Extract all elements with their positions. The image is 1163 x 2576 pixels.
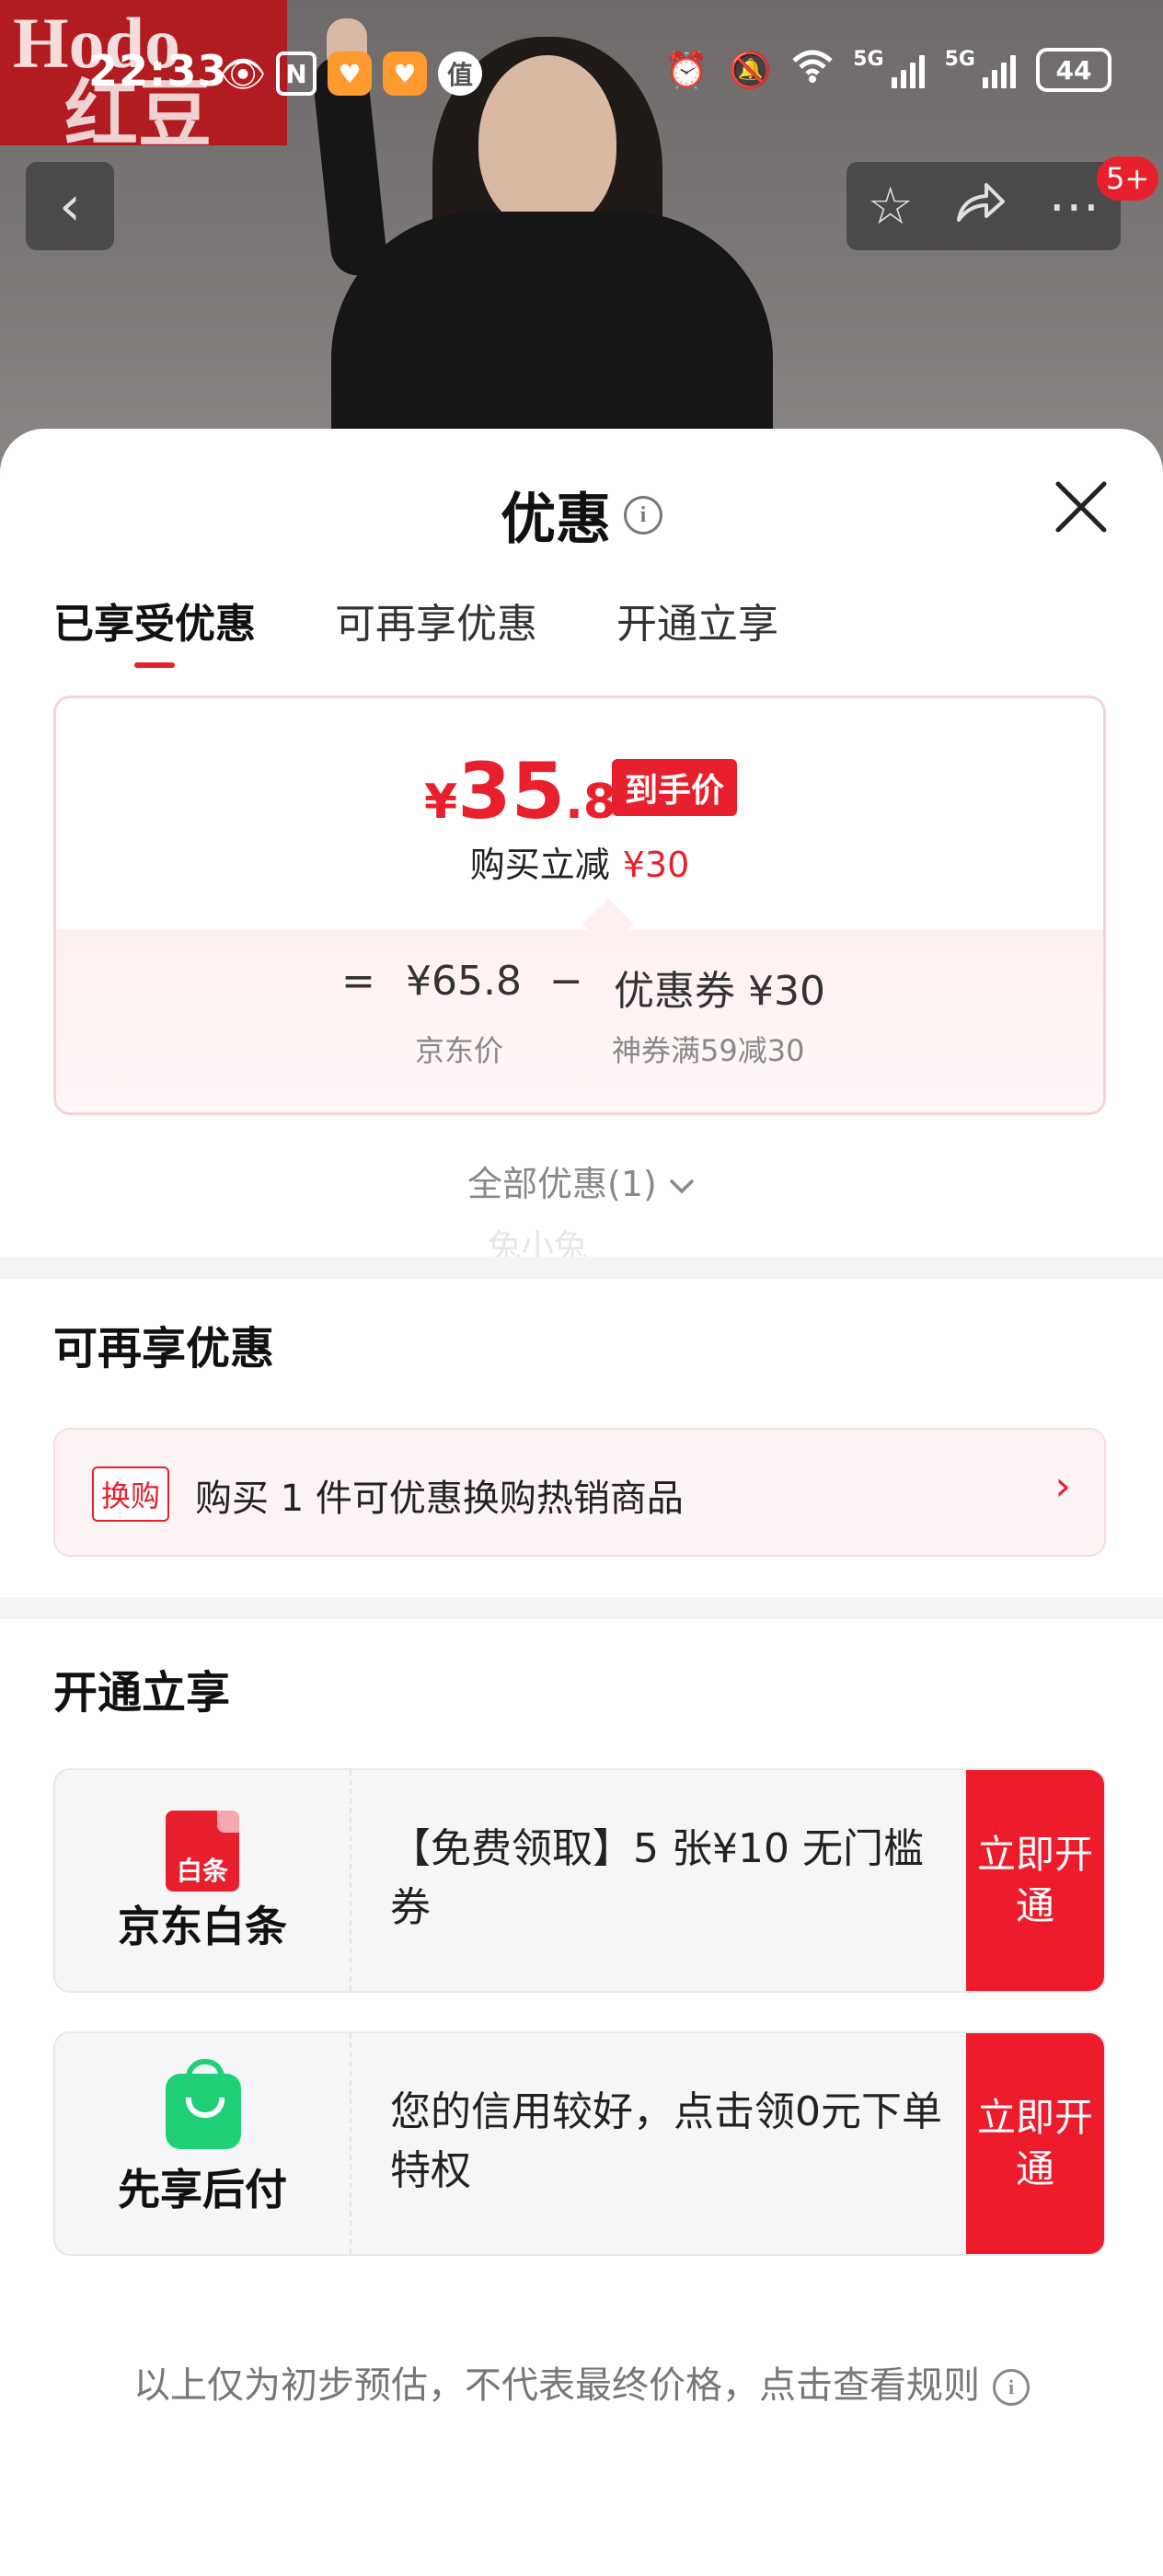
shopping-bag-icon bbox=[166, 2059, 241, 2149]
tab-enjoyed-offers[interactable]: 已享受优惠 bbox=[53, 591, 256, 668]
more-offers-title: 可再享优惠 bbox=[53, 1323, 275, 1374]
eye-icon: 👁 bbox=[219, 52, 267, 96]
jd-price: ¥65.8 bbox=[406, 958, 522, 1005]
mute-icon: 🔕 bbox=[728, 49, 773, 90]
info-icon[interactable]: i bbox=[624, 495, 662, 535]
baitiao-icon: 白条 bbox=[166, 1811, 239, 1892]
status-left-icons: 👁 N ♥ ♥ 值 bbox=[219, 52, 482, 96]
price-card: ¥35.8 到手价 购买立减 ¥30 = ¥65.8 京东价 − 优惠券 ¥30 … bbox=[53, 696, 1106, 1115]
top-action-group: ☆ ⋯ bbox=[846, 162, 1121, 250]
promo-name: 京东白条 bbox=[118, 1902, 287, 1951]
nfc-icon: N bbox=[276, 52, 317, 96]
price-decimal: .8 bbox=[565, 775, 617, 830]
jd-price-label: 京东价 bbox=[415, 1033, 504, 1068]
exchange-offer-text: 购买 1 件可优惠换购热销商品 bbox=[195, 1478, 684, 1520]
exchange-offer-row[interactable]: 换购 购买 1 件可优惠换购热销商品 › bbox=[53, 1428, 1106, 1557]
offers-sheet: 优惠 i 已享受优惠 可再享优惠 开通立享 ¥35.8 到手价 购买立减 ¥30 =… bbox=[0, 429, 1163, 2576]
promo-brand-area: 白条 京东白条 bbox=[55, 1770, 351, 1991]
section-divider bbox=[0, 1597, 1163, 1619]
all-offers-label: 全部优惠(1) bbox=[467, 1164, 657, 1204]
instant-discount: 购买立减 ¥30 bbox=[56, 836, 1103, 887]
exchange-tag: 换购 bbox=[92, 1466, 170, 1522]
disclaimer-text: 以上仅为初步预估，不代表最终价格，点击查看规则 bbox=[133, 2364, 980, 2407]
baitiao-icon-fold bbox=[217, 1811, 239, 1833]
status-bar: 22:33 👁 N ♥ ♥ 值 ⏰ 🔕 5G 5G 44 bbox=[0, 37, 1163, 110]
pay-later-promo-card: 先享后付 您的信用较好，点击领0元下单特权 立即开通 bbox=[53, 2031, 1106, 2256]
zhi-icon: 值 bbox=[438, 52, 482, 96]
instant-discount-label: 购买立减 bbox=[469, 845, 610, 885]
baitiao-icon-label: 白条 bbox=[176, 1856, 228, 1886]
close-icon bbox=[1055, 481, 1107, 533]
final-price: ¥35.8 bbox=[424, 746, 616, 836]
chevron-right-icon: › bbox=[1054, 1463, 1071, 1510]
wifi-icon bbox=[792, 50, 833, 91]
baitiao-promo-card: 白条 京东白条 【免费领取】5 张¥10 无门槛券 立即开通 bbox=[53, 1768, 1106, 1993]
signal-icon bbox=[891, 52, 925, 88]
sheet-title: 优惠 bbox=[501, 488, 611, 552]
share-icon[interactable] bbox=[955, 177, 1007, 236]
tab-more-offers[interactable]: 可再享优惠 bbox=[335, 591, 537, 650]
minus-sign: − bbox=[549, 958, 583, 1005]
app-heart-icon: ♥ bbox=[383, 52, 427, 96]
instant-discount-value: ¥30 bbox=[622, 845, 690, 885]
price-currency: ¥ bbox=[424, 775, 458, 830]
all-offers-toggle[interactable]: 全部优惠(1) bbox=[0, 1156, 1163, 1206]
battery-icon: 44 bbox=[1036, 48, 1111, 92]
offer-tabs: 已享受优惠 可再享优惠 开通立享 bbox=[53, 591, 778, 668]
tab-open-now[interactable]: 开通立享 bbox=[616, 591, 778, 650]
open-now-title: 开通立享 bbox=[53, 1667, 231, 1719]
app-heart-icon: ♥ bbox=[328, 52, 372, 96]
chevron-left-icon: ‹ bbox=[59, 174, 81, 238]
more-icon[interactable]: ⋯ bbox=[1048, 177, 1100, 236]
alarm-icon: ⏰ bbox=[664, 49, 708, 90]
notification-badge: 5+ bbox=[1097, 156, 1159, 201]
favorite-star-icon[interactable]: ☆ bbox=[868, 177, 914, 236]
chevron-down-icon bbox=[668, 1164, 696, 1204]
status-time: 22:33 bbox=[88, 46, 228, 96]
close-button[interactable] bbox=[1049, 475, 1113, 539]
back-button[interactable]: ‹ bbox=[26, 162, 114, 250]
promo-brand-area: 先享后付 bbox=[55, 2033, 351, 2254]
coupon-amount: 优惠券 ¥30 bbox=[614, 968, 825, 1015]
network-5g-label: 5G bbox=[853, 48, 884, 71]
status-right-icons: ⏰ 🔕 5G 5G 44 bbox=[665, 48, 1111, 92]
signal-icon bbox=[983, 52, 1016, 88]
promo-description: 您的信用较好，点击领0元下单特权 bbox=[390, 2088, 942, 2194]
section-divider bbox=[0, 1257, 1163, 1279]
final-price-tag: 到手价 bbox=[612, 759, 738, 816]
coupon-description: 神券满59减30 bbox=[612, 1033, 805, 1068]
network-5g-label: 5G bbox=[944, 48, 975, 71]
equals-sign: = bbox=[341, 958, 375, 1005]
open-now-button[interactable]: 立即开通 bbox=[966, 1770, 1104, 1991]
promo-description: 【免费领取】5 张¥10 无门槛券 bbox=[390, 1825, 924, 1931]
estimate-disclaimer[interactable]: 以上仅为初步预估，不代表最终价格，点击查看规则 i bbox=[0, 2355, 1163, 2409]
price-integer: 35 bbox=[457, 746, 566, 836]
info-icon[interactable]: i bbox=[993, 2369, 1030, 2406]
sheet-title-row: 优惠 i bbox=[0, 475, 1163, 555]
promo-name: 先享后付 bbox=[118, 2165, 287, 2214]
open-now-button[interactable]: 立即开通 bbox=[966, 2033, 1104, 2254]
